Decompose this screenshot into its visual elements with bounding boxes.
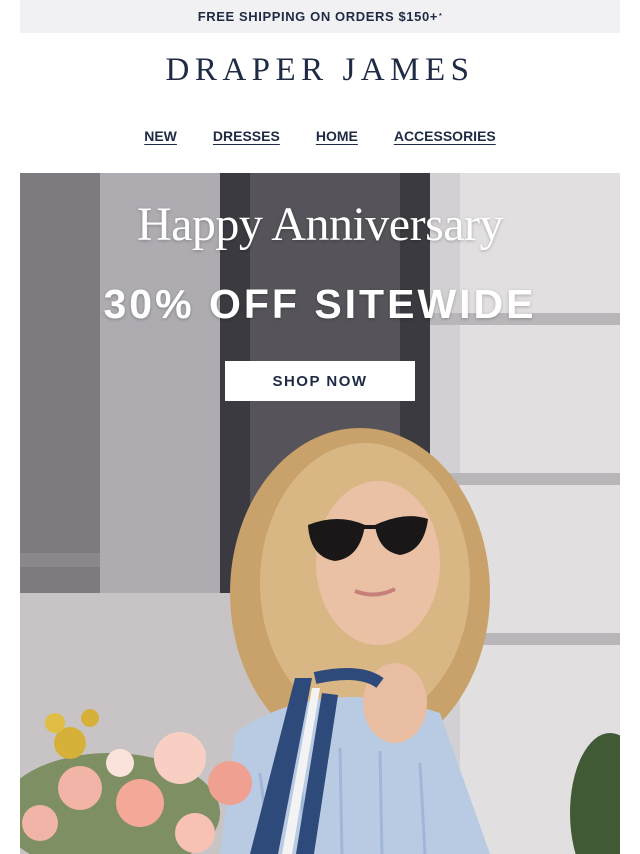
- hero-title: Happy Anniversary: [136, 198, 504, 251]
- nav-item-accessories[interactable]: ACCESSORIES: [394, 128, 496, 144]
- main-nav: NEW DRESSES HOME ACCESSORIES: [20, 128, 620, 144]
- hero-banner[interactable]: Happy Anniversary 30% OFF SITEWIDE SHOP …: [20, 173, 620, 854]
- nav-item-new[interactable]: NEW: [144, 128, 177, 144]
- email-page: FREE SHIPPING ON ORDERS $150+ * DRAPER JA…: [0, 0, 640, 854]
- hero-photo: [20, 173, 620, 854]
- promo-bar[interactable]: FREE SHIPPING ON ORDERS $150+ *: [20, 0, 620, 33]
- brand-logo[interactable]: DRAPER JAMES: [20, 52, 620, 89]
- promo-footnote-mark: *: [438, 13, 443, 20]
- hero-subtitle: 30% OFF SITEWIDE: [103, 281, 537, 327]
- nav-item-dresses[interactable]: DRESSES: [213, 128, 280, 144]
- shop-now-button[interactable]: SHOP NOW: [225, 361, 415, 401]
- promo-text: FREE SHIPPING ON ORDERS $150+: [197, 9, 438, 24]
- nav-item-home[interactable]: HOME: [316, 128, 358, 144]
